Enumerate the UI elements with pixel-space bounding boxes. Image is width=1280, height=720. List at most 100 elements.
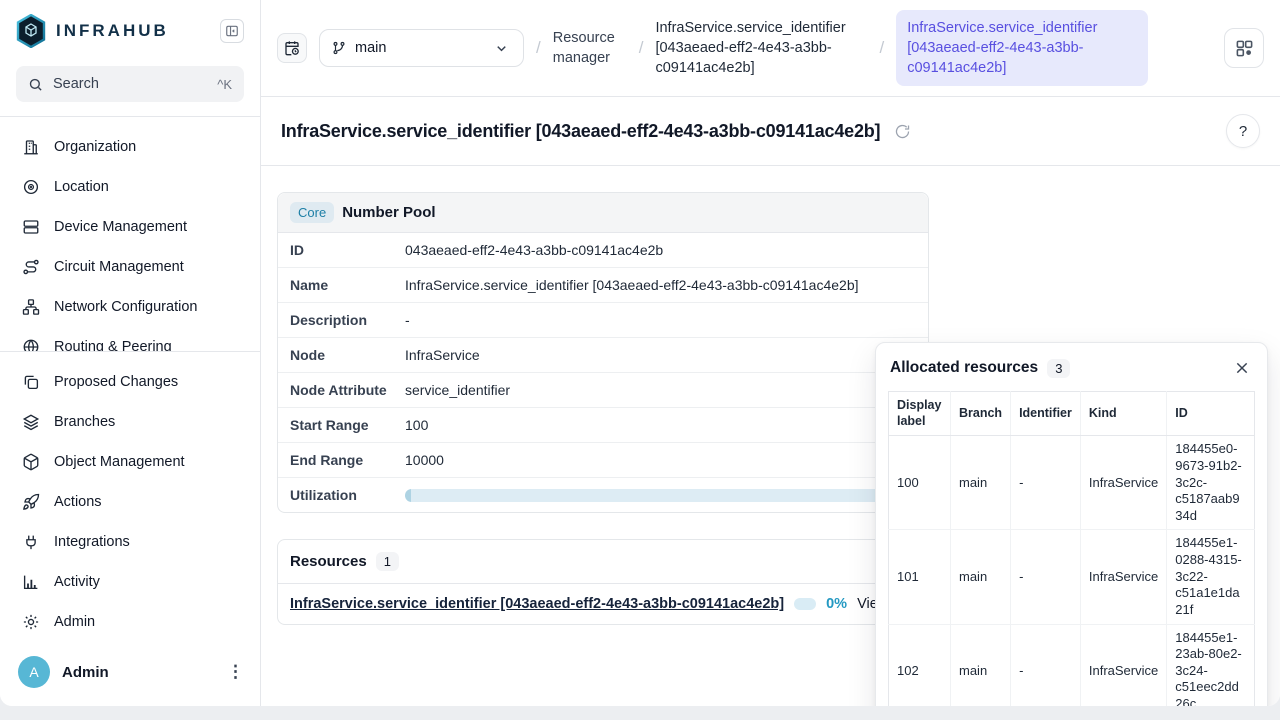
branch-selector-value: main xyxy=(320,40,479,56)
allocated-resources-panel: Allocated resources 3 Display label Bran… xyxy=(875,342,1268,706)
sidebar-item[interactable]: Location xyxy=(0,167,260,207)
allocated-resource-row[interactable]: 100 main - InfraService 184455e0-9673-91… xyxy=(889,436,1255,530)
utilization-fill xyxy=(405,489,411,502)
search-placeholder: Search xyxy=(53,76,99,92)
number-pool-fields: ID 043aeaed-eff2-4e43-a3bb-c09141ac4e2b … xyxy=(278,233,928,512)
sidebar-item[interactable]: Routing & Peering xyxy=(0,327,260,351)
allocated-resource-row[interactable]: 101 main - InfraService 184455e1-0288-43… xyxy=(889,530,1255,624)
user-name: Admin xyxy=(62,664,109,681)
sidebar-item[interactable]: Branches xyxy=(0,402,260,442)
location-icon xyxy=(22,178,40,196)
sidebar-item[interactable]: Organization xyxy=(0,127,260,167)
number-pool-title: Number Pool xyxy=(342,204,435,221)
col-kind: Kind xyxy=(1080,392,1166,436)
sidebar-item[interactable]: Integrations xyxy=(0,522,260,562)
refresh-icon[interactable] xyxy=(894,123,911,140)
field-row: Utilization xyxy=(278,478,928,512)
route-icon xyxy=(22,258,40,276)
branch-selector[interactable]: main xyxy=(319,29,524,67)
col-display-label: Display label xyxy=(889,392,951,436)
sidebar-item-label: Organization xyxy=(54,139,136,155)
sidebar-nav-system: Proposed Changes Branches Object Managem… xyxy=(0,351,260,642)
cell-id: 184455e0-9673-91b2-3c2c-c5187aab934d xyxy=(1167,436,1255,530)
globe-icon xyxy=(22,338,40,351)
time-travel-button[interactable] xyxy=(277,33,307,63)
cell-display-label: 101 xyxy=(889,530,951,624)
resource-utilization-pill xyxy=(794,598,816,610)
cell-identifier: - xyxy=(1011,530,1081,624)
col-id: ID xyxy=(1167,392,1255,436)
sidebar-item[interactable]: Network Configuration xyxy=(0,287,260,327)
sidebar-item-label: Proposed Changes xyxy=(54,374,178,390)
plug-icon xyxy=(22,533,40,551)
breadcrumb-pool[interactable]: InfraService.service_identifier [043aeae… xyxy=(655,18,867,78)
field-row: End Range 10000 xyxy=(278,443,928,478)
allocated-resource-row[interactable]: 102 main - InfraService 184455e1-23ab-80… xyxy=(889,624,1255,706)
cell-kind: InfraService xyxy=(1080,436,1166,530)
breadcrumb-current[interactable]: InfraService.service_identifier [043aeae… xyxy=(896,10,1148,86)
sidebar-item[interactable]: Activity xyxy=(0,562,260,602)
close-icon[interactable] xyxy=(1231,357,1253,379)
cell-branch: main xyxy=(951,436,1011,530)
utilization-bar xyxy=(405,489,916,502)
field-value: 10000 xyxy=(405,452,916,468)
branch-name: main xyxy=(355,40,386,56)
help-button[interactable]: ? xyxy=(1226,114,1260,148)
git-branch-icon xyxy=(332,41,346,55)
field-label: End Range xyxy=(290,452,405,468)
resource-row: InfraService.service_identifier [043aeae… xyxy=(278,584,928,624)
sidebar-item[interactable]: Actions xyxy=(0,482,260,522)
panel-collapse-icon xyxy=(225,24,239,38)
field-value: 100 xyxy=(405,417,916,433)
field-label: Node Attribute xyxy=(290,382,405,398)
cell-kind: InfraService xyxy=(1080,624,1166,706)
field-value: 043aeaed-eff2-4e43-a3bb-c09141ac4e2b xyxy=(405,242,916,258)
field-label: ID xyxy=(290,242,405,258)
field-row: Node InfraService xyxy=(278,338,928,373)
sidebar-item[interactable]: Admin xyxy=(0,602,260,642)
server-icon xyxy=(22,218,40,236)
cell-id: 184455e1-23ab-80e2-3c24-c51eec2dd26c xyxy=(1167,624,1255,706)
resource-percent: 0% xyxy=(826,596,847,612)
branch-selector-caret[interactable] xyxy=(479,30,523,66)
sidebar-item[interactable]: Device Management xyxy=(0,207,260,247)
breadcrumb-separator: / xyxy=(639,38,644,58)
schema-visualizer-button[interactable] xyxy=(1224,28,1264,68)
chevron-down-icon xyxy=(494,41,509,56)
resources-title: Resources xyxy=(290,553,367,570)
search-shortcut: ^K xyxy=(217,77,232,92)
sidebar-item-label: Location xyxy=(54,179,109,195)
sidebar-collapse-button[interactable] xyxy=(220,19,244,43)
field-row: Node Attribute service_identifier xyxy=(278,373,928,408)
cell-branch: main xyxy=(951,624,1011,706)
network-icon xyxy=(22,298,40,316)
field-row: ID 043aeaed-eff2-4e43-a3bb-c09141ac4e2b xyxy=(278,233,928,268)
resources-header: Resources 1 xyxy=(278,540,928,584)
sidebar-item[interactable]: Proposed Changes xyxy=(0,362,260,402)
sidebar-item[interactable]: Object Management xyxy=(0,442,260,482)
field-label: Node xyxy=(290,347,405,363)
infrahub-logo-icon xyxy=(16,14,46,48)
calendar-clock-icon xyxy=(284,40,300,56)
breadcrumb-resource-manager[interactable]: Resource manager xyxy=(553,28,627,68)
sidebar-item-label: Object Management xyxy=(54,454,185,470)
user-menu-kebab-icon[interactable]: ⋮ xyxy=(227,662,244,682)
sidebar-item[interactable]: Circuit Management xyxy=(0,247,260,287)
sidebar-item-label: Activity xyxy=(54,574,100,590)
field-value: - xyxy=(405,312,916,328)
app-window: INFRAHUB Search ^K Organization Loc xyxy=(0,0,1280,706)
resources-count-badge: 1 xyxy=(376,552,399,571)
title-bar: InfraService.service_identifier [043aeae… xyxy=(261,97,1280,166)
col-identifier: Identifier xyxy=(1011,392,1081,436)
breadcrumb-separator: / xyxy=(536,38,541,58)
field-value: InfraService.service_identifier [043aeae… xyxy=(405,277,916,293)
workflow-icon xyxy=(1235,39,1254,58)
field-row: Name InfraService.service_identifier [04… xyxy=(278,268,928,303)
sidebar-nav-objects: Organization Location Device Management … xyxy=(0,116,260,351)
resource-link[interactable]: InfraService.service_identifier [043aeae… xyxy=(290,596,784,612)
search-input[interactable]: Search ^K xyxy=(16,66,244,102)
content-area: Core Number Pool ID 043aeaed-eff2-4e43-a… xyxy=(261,166,1280,706)
breadcrumb-separator: / xyxy=(879,38,884,58)
field-row: Start Range 100 xyxy=(278,408,928,443)
field-label: Name xyxy=(290,277,405,293)
